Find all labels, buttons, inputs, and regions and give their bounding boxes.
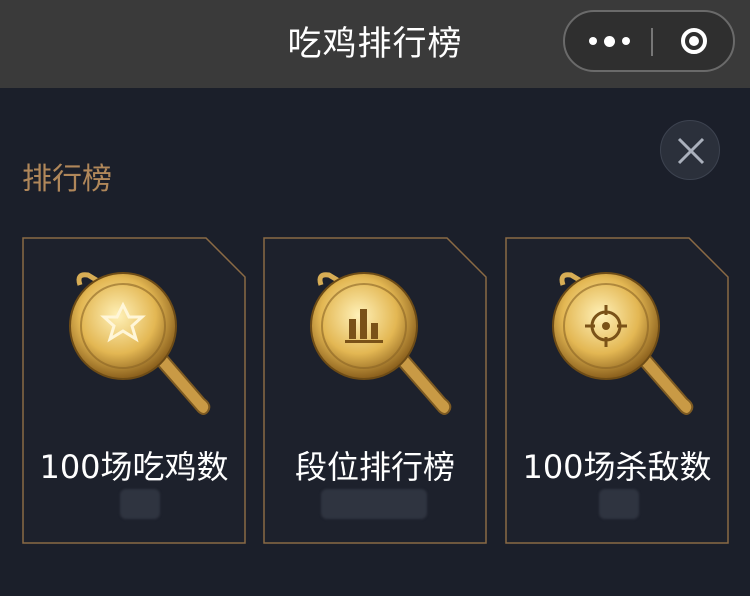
rank-card-wins[interactable]: 100场吃鸡数 — [22, 237, 246, 544]
capsule-divider — [651, 28, 653, 56]
navbar: 吃鸡排行榜 — [0, 0, 750, 88]
blurred-value — [321, 489, 427, 519]
card-label: 100场吃鸡数 — [39, 448, 229, 486]
section-title: 排行榜 — [22, 162, 112, 197]
rank-card-kills[interactable]: 100场杀敌数 — [505, 237, 729, 544]
close-button[interactable] — [660, 120, 720, 180]
blurred-value — [120, 489, 160, 519]
star-pan-icon — [69, 272, 211, 415]
card-label: 100场杀敌数 — [522, 448, 712, 486]
blurred-value — [599, 489, 639, 519]
card-label: 段位排行榜 — [294, 448, 455, 486]
target-circle-icon[interactable] — [663, 12, 725, 70]
more-dots-icon[interactable] — [565, 12, 653, 70]
bar-chart-pan-icon — [310, 272, 452, 415]
close-icon — [677, 137, 705, 165]
rank-card-tier[interactable]: 段位排行榜 — [263, 237, 487, 544]
crosshair-pan-icon — [552, 272, 694, 415]
capsule-menu — [563, 10, 735, 72]
